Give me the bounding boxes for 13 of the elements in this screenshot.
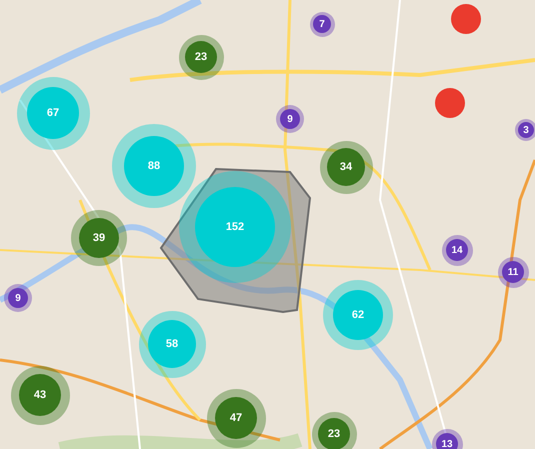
cluster-marker[interactable]: 43 (10, 366, 70, 424)
cluster-marker[interactable]: 23 (178, 34, 224, 80)
cluster-marker[interactable]: 47 (206, 388, 266, 448)
cluster-marker[interactable]: 11 (498, 256, 528, 288)
cluster-marker[interactable]: 14 (442, 234, 472, 266)
cluster-marker[interactable]: 9 (276, 105, 304, 133)
cluster-marker[interactable]: 3 (515, 119, 535, 141)
cluster-marker[interactable]: 9 (4, 284, 32, 312)
cluster-marker[interactable]: 7 (310, 12, 334, 36)
cluster-marker[interactable]: 13 (432, 428, 462, 449)
cluster-marker[interactable]: 23 (312, 412, 356, 449)
cluster-marker[interactable]: 34 (320, 140, 372, 194)
cluster-marker[interactable]: 39 (71, 210, 127, 266)
